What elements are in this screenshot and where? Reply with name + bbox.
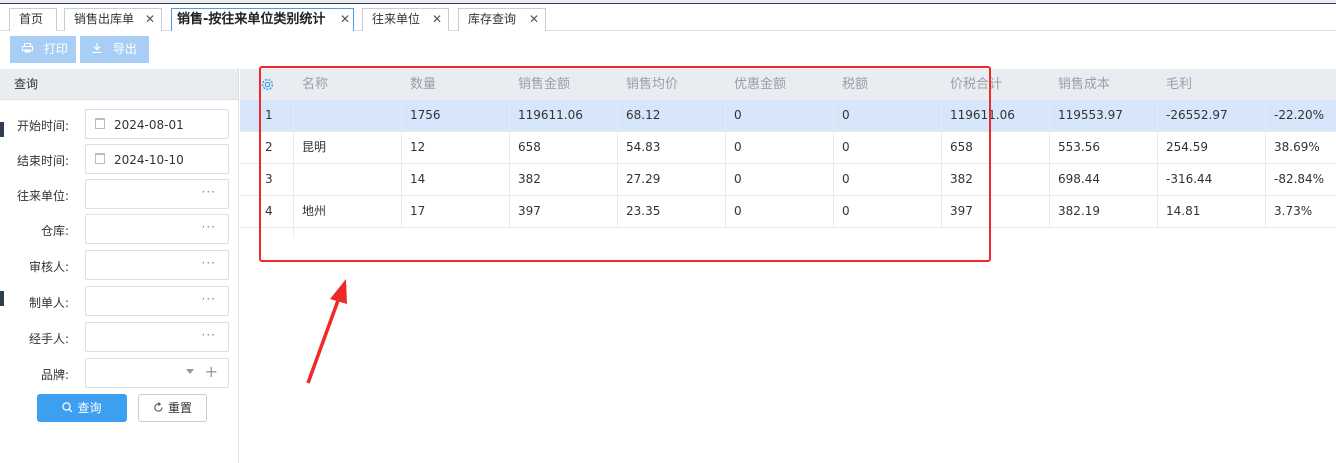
close-icon[interactable]: ✕	[432, 9, 442, 30]
field-end-date: 结束时间: 2024-10-10	[0, 144, 239, 174]
auditor-picker[interactable]: ···	[85, 250, 229, 280]
annotation-highlight-box	[259, 66, 991, 262]
field-handler: 经手人: ···	[0, 322, 239, 352]
query-button-label: 查询	[77, 401, 102, 415]
tab-sales-outbound[interactable]: 销售出库单 ✕	[64, 8, 162, 31]
more-icon[interactable]: ···	[202, 292, 216, 306]
field-label: 制单人:	[28, 296, 69, 310]
calendar-icon	[95, 118, 105, 129]
cell-gross-profit: -26552.97	[1158, 100, 1266, 131]
cell-cost: 698.44	[1050, 164, 1158, 195]
chevron-down-icon[interactable]	[186, 369, 194, 374]
field-start-date: 开始时间: 2024-08-01	[0, 109, 239, 139]
cell-cost: 119553.97	[1050, 100, 1158, 131]
more-icon[interactable]: ···	[202, 220, 216, 234]
close-icon[interactable]: ✕	[340, 9, 350, 30]
query-button[interactable]: 查询	[37, 394, 127, 422]
close-icon[interactable]: ✕	[529, 9, 539, 30]
creator-picker[interactable]: ···	[85, 286, 229, 316]
more-icon[interactable]: ···	[202, 328, 216, 342]
cell-margin: -22.20%	[1274, 108, 1325, 122]
printer-icon	[22, 42, 37, 56]
start-date-value: 2024-08-01	[114, 118, 184, 132]
calendar-icon	[95, 153, 105, 164]
refresh-icon	[154, 402, 163, 412]
tab-sales-by-partner-category[interactable]: 销售-按往来单位类别统计 ✕	[171, 8, 354, 33]
window-edge	[0, 291, 4, 306]
print-button[interactable]: 打印	[10, 36, 76, 63]
query-panel: 查询 开始时间: 2024-08-01 结束时间: 2024-10-10 往来单…	[0, 68, 239, 463]
cell-margin: -82.84%	[1274, 172, 1325, 186]
end-date-input[interactable]: 2024-10-10	[85, 144, 229, 174]
close-icon[interactable]: ✕	[145, 9, 155, 30]
toolbar: 打印 导出	[0, 31, 1336, 68]
cell-gross-profit: -316.44	[1158, 164, 1266, 195]
field-label: 开始时间:	[16, 119, 69, 133]
tab-partners[interactable]: 往来单位 ✕	[362, 8, 449, 31]
cell-cost: 382.19	[1050, 196, 1158, 227]
tab-label: 往来单位	[372, 12, 421, 26]
field-warehouse: 仓库: ···	[0, 214, 239, 244]
warehouse-picker[interactable]: ···	[85, 214, 229, 244]
field-creator: 制单人: ···	[0, 286, 239, 316]
reset-button-label: 重置	[167, 401, 192, 415]
field-label: 结束时间:	[16, 154, 69, 168]
search-icon	[62, 402, 73, 413]
field-label: 仓库:	[40, 224, 69, 238]
window-edge	[0, 122, 4, 137]
annotation-arrow-icon	[306, 279, 347, 384]
download-icon	[92, 42, 106, 56]
export-button[interactable]: 导出	[80, 36, 149, 63]
cell-gross-profit: 254.59	[1158, 132, 1266, 163]
column-header[interactable]: 毛利	[1158, 69, 1266, 100]
field-auditor: 审核人: ···	[0, 250, 239, 280]
tab-inventory-query[interactable]: 库存查询 ✕	[458, 8, 546, 31]
handler-picker[interactable]: ···	[85, 322, 229, 352]
plus-icon[interactable]: +	[205, 362, 218, 381]
cell-cost: 553.56	[1050, 132, 1158, 163]
tab-label: 销售出库单	[74, 12, 135, 26]
more-icon[interactable]: ···	[202, 256, 216, 270]
tab-bar: 首页 销售出库单 ✕ 销售-按往来单位类别统计 ✕ 往来单位 ✕ 库存查询 ✕	[0, 4, 1336, 33]
cell-gross-profit: 14.81	[1158, 196, 1266, 227]
brand-select[interactable]: +	[85, 358, 229, 388]
cell-margin: 38.69%	[1274, 140, 1320, 154]
tab-label: 库存查询	[468, 12, 517, 26]
field-label: 品牌:	[40, 368, 69, 382]
field-label: 经手人:	[28, 332, 69, 346]
reset-button[interactable]: 重置	[138, 394, 207, 422]
more-icon[interactable]: ···	[202, 185, 216, 199]
query-panel-title: 查询	[0, 69, 238, 100]
tab-label: 首页	[19, 12, 44, 26]
cell-margin: 3.73%	[1274, 204, 1313, 218]
start-date-input[interactable]: 2024-08-01	[85, 109, 229, 139]
column-header[interactable]	[1266, 69, 1336, 100]
column-header[interactable]: 销售成本	[1050, 69, 1158, 100]
print-label: 打印	[43, 42, 68, 56]
tab-home[interactable]: 首页	[9, 8, 57, 31]
field-label: 审核人:	[28, 260, 69, 274]
end-date-value: 2024-10-10	[114, 153, 184, 167]
partner-picker[interactable]: ···	[85, 179, 229, 209]
field-brand: 品牌: +	[0, 358, 239, 388]
field-partner: 往来单位: ···	[0, 179, 239, 209]
field-label: 往来单位:	[16, 189, 69, 203]
tab-label: 销售-按往来单位类别统计	[177, 12, 326, 27]
export-label: 导出	[112, 42, 137, 56]
